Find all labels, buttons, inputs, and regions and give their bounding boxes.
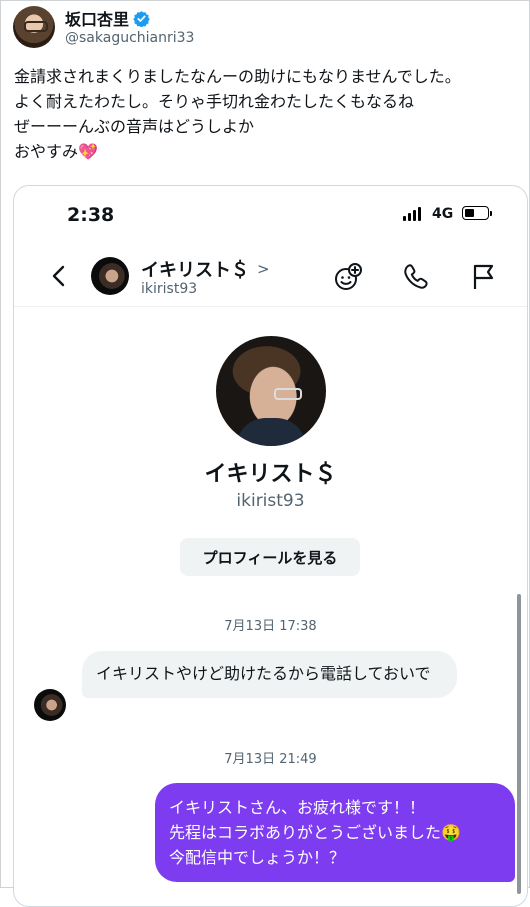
- profile-name: イキリスト＄: [204, 462, 337, 487]
- chat-header: イキリスト＄ > ikirist93: [14, 244, 527, 307]
- profile-handle: ikirist93: [236, 491, 305, 511]
- signal-icon: [403, 207, 421, 221]
- author-name[interactable]: 坂口杏里: [65, 6, 129, 30]
- scrollbar[interactable]: [517, 594, 521, 894]
- profile-avatar[interactable]: [216, 336, 326, 446]
- chat-name[interactable]: イキリスト＄: [141, 256, 249, 282]
- view-profile-button[interactable]: プロフィールを見る: [180, 538, 360, 576]
- chat-handle: ikirist93: [141, 281, 198, 297]
- attached-screenshot[interactable]: 2:38 4G イキリスト＄ > ikirist93 イキリスト＄ ikiris…: [13, 185, 528, 907]
- message-timestamp: 7月13日 21:49: [224, 752, 317, 767]
- tweet-text: 金請求されまくりましたなんーの助けにもなりませんでした。 よく耐えたわたし。そり…: [14, 64, 519, 164]
- flag-icon[interactable]: [469, 262, 499, 292]
- incoming-message[interactable]: イキリストやけど助けたるから電話しておいで: [82, 651, 457, 698]
- author-handle[interactable]: @sakaguchianri33: [65, 30, 194, 46]
- phone-status-bar: 2:38 4G: [14, 186, 527, 244]
- chevron-right-icon: >: [257, 260, 270, 278]
- emoji-add-icon[interactable]: [333, 262, 363, 292]
- sender-avatar[interactable]: [34, 689, 66, 721]
- verified-badge-icon: [133, 10, 150, 27]
- outgoing-message[interactable]: イキリストさん、お疲れ様です！！ 先程はコラボありがとうございました🤑 今配信中…: [155, 783, 515, 882]
- chat-avatar[interactable]: [91, 257, 129, 295]
- heart-emoji: 💖: [78, 142, 98, 161]
- network-label: 4G: [432, 206, 454, 222]
- status-time: 2:38: [67, 204, 115, 226]
- phone-icon[interactable]: [401, 262, 431, 292]
- author-avatar[interactable]: [13, 6, 55, 48]
- message-timestamp: 7月13日 17:38: [224, 619, 317, 634]
- battery-icon: [462, 206, 492, 220]
- chat-name-row[interactable]: イキリスト＄ >: [141, 256, 270, 282]
- author-name-row[interactable]: 坂口杏里: [65, 6, 150, 30]
- back-arrow-icon[interactable]: [48, 264, 70, 288]
